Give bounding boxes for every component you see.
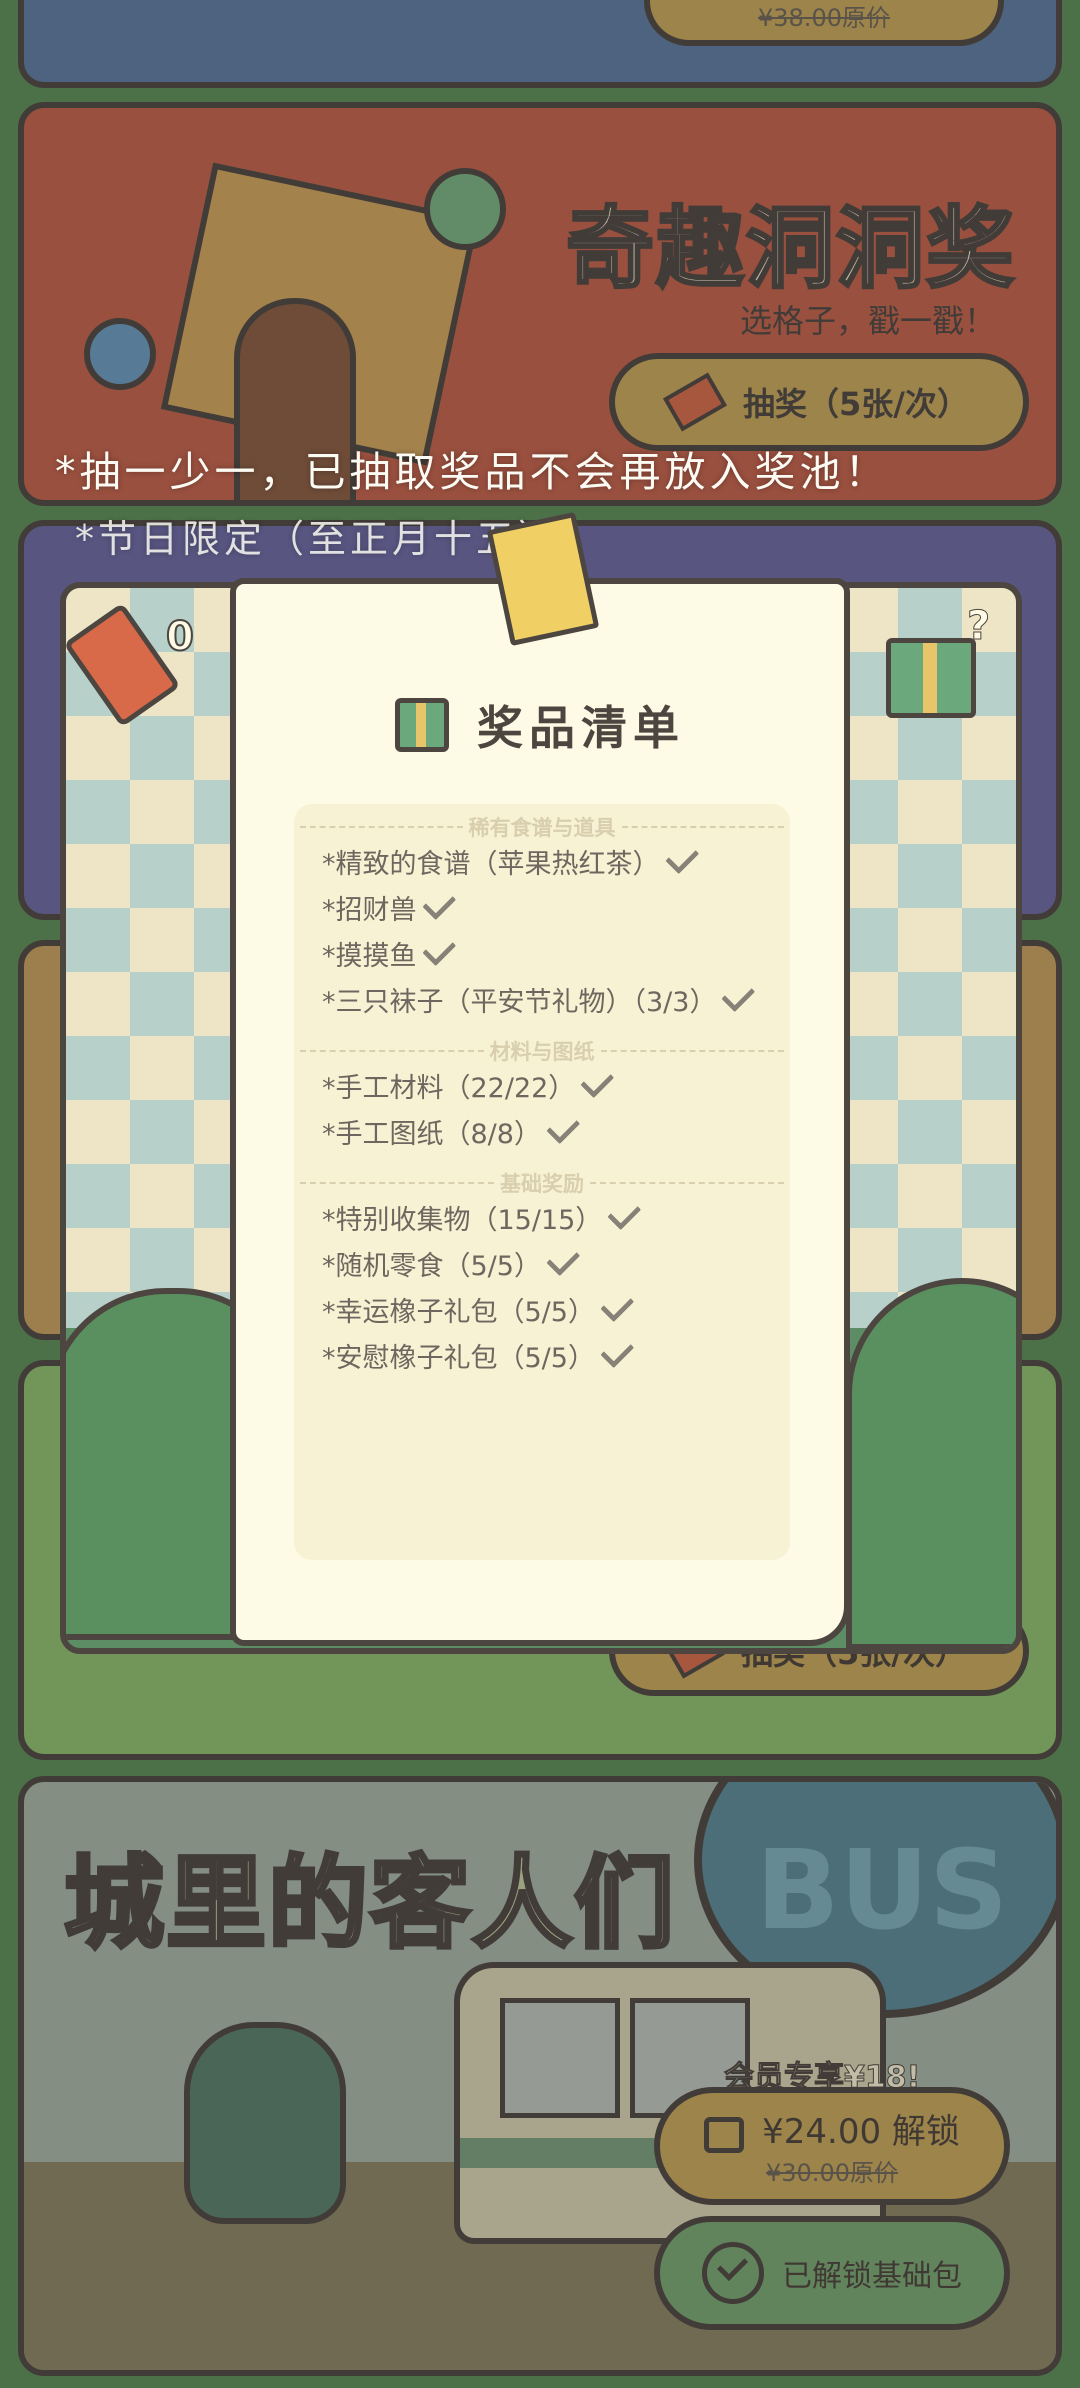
prize-list-header: 奖品清单 bbox=[236, 692, 844, 758]
check-icon bbox=[421, 932, 456, 967]
ticket-count: 0 bbox=[165, 613, 195, 661]
ticket-counter: 0 bbox=[66, 602, 195, 728]
check-icon bbox=[546, 1110, 581, 1145]
check-icon bbox=[664, 840, 699, 875]
check-icon bbox=[546, 1242, 581, 1277]
check-icon bbox=[580, 1064, 615, 1099]
section-materials: 材料与图纸 bbox=[294, 1036, 790, 1066]
prize-item: *摸摸鱼 bbox=[322, 932, 458, 973]
mystery-gift-icon[interactable]: ? bbox=[886, 603, 991, 718]
prize-item: *招财兽 bbox=[322, 886, 458, 927]
section-basic: 基础奖励 bbox=[294, 1168, 790, 1198]
check-icon bbox=[421, 886, 456, 921]
prize-item: *精致的食谱（苹果热红茶） bbox=[322, 840, 701, 881]
prize-item: *三只袜子（平安节礼物）（3/3） bbox=[322, 978, 757, 1019]
bush-right bbox=[846, 1278, 1016, 1648]
prize-item: *随机零食（5/5） bbox=[322, 1242, 582, 1283]
check-icon bbox=[607, 1196, 642, 1231]
check-icon bbox=[600, 1334, 635, 1369]
prize-item: *手工材料（22/22） bbox=[322, 1064, 616, 1105]
prize-list-title: 奖品清单 bbox=[477, 701, 685, 755]
check-icon bbox=[600, 1288, 635, 1323]
prize-list-panel: 奖品清单 稀有食谱与道具 *精致的食谱（苹果热红茶） *招财兽 *摸摸鱼 *三只… bbox=[230, 511, 850, 1646]
gift-icon bbox=[395, 698, 449, 752]
prize-item: *幸运橡子礼包（5/5） bbox=[322, 1288, 636, 1329]
prize-item: *手工图纸（8/8） bbox=[322, 1110, 582, 1151]
notice-line-1: *抽一少一，已抽取奖品不会再放入奖池！ bbox=[55, 448, 890, 496]
prize-item: *特别收集物（15/15） bbox=[322, 1196, 643, 1237]
check-icon bbox=[721, 978, 756, 1013]
section-rare: 稀有食谱与道具 bbox=[294, 812, 790, 842]
prize-list-box: 稀有食谱与道具 *精致的食谱（苹果热红茶） *招财兽 *摸摸鱼 *三只袜子（平安… bbox=[294, 804, 790, 1560]
prize-item: *安慰橡子礼包（5/5） bbox=[322, 1334, 636, 1375]
